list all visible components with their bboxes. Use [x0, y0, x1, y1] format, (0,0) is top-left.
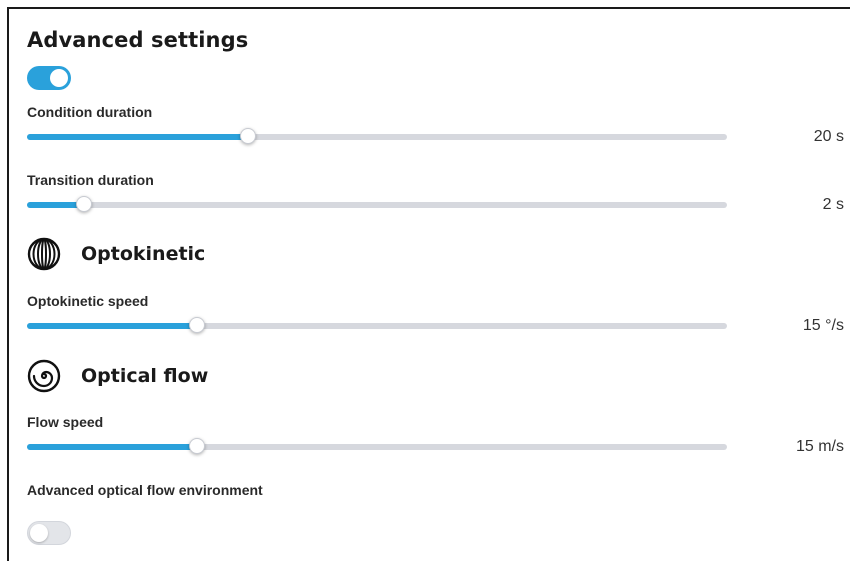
optokinetic-speed-value: 15 °/s — [802, 317, 844, 334]
transition-duration-slider[interactable] — [27, 196, 727, 212]
advanced-settings-panel — [7, 7, 850, 561]
slider-thumb[interactable] — [189, 438, 206, 454]
optokinetic-section-title: Optokinetic — [81, 243, 206, 265]
condition-duration-slider[interactable] — [27, 128, 727, 144]
spiral-icon — [27, 359, 61, 393]
toggle-knob — [30, 524, 48, 542]
transition-duration-value: 2 s — [822, 196, 844, 213]
optokinetic-speed-label: Optokinetic speed — [27, 293, 149, 309]
slider-fill — [27, 444, 198, 450]
optical-flow-section-title: Optical flow — [81, 365, 209, 387]
flow-speed-value: 15 m/s — [795, 438, 844, 455]
slider-thumb[interactable] — [189, 317, 206, 333]
slider-fill — [27, 323, 198, 329]
condition-duration-label: Condition duration — [27, 104, 153, 120]
flow-speed-slider[interactable] — [27, 438, 727, 454]
slider-thumb[interactable] — [75, 196, 92, 212]
toggle-knob — [50, 69, 68, 87]
optokinetic-speed-slider[interactable] — [27, 317, 727, 333]
globe-meridians-icon — [27, 237, 61, 271]
advanced-optical-flow-environment-toggle[interactable] — [27, 521, 71, 545]
panel-title: Advanced settings — [27, 28, 249, 52]
slider-fill — [27, 134, 249, 140]
flow-speed-label: Flow speed — [27, 414, 104, 430]
transition-duration-label: Transition duration — [27, 172, 154, 188]
condition-duration-value: 20 s — [813, 128, 844, 145]
advanced-optical-flow-environment-label: Advanced optical flow environment — [27, 482, 263, 498]
slider-track — [27, 202, 727, 208]
advanced-settings-toggle[interactable] — [27, 66, 71, 90]
